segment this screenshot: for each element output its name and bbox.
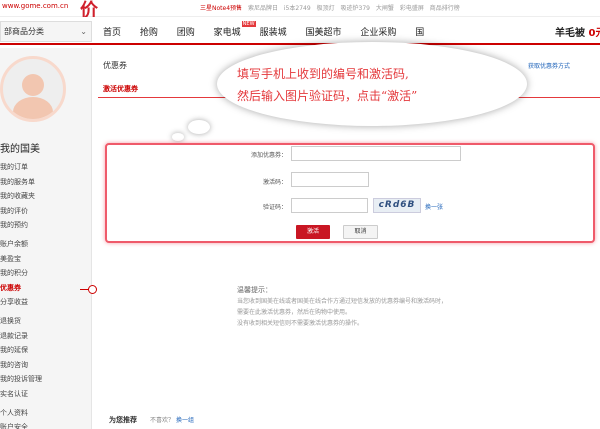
sidebar-item-inquiries[interactable]: 我的咨询 [0, 358, 42, 373]
change-recommendations-link[interactable]: 换一组 [176, 415, 194, 424]
nav-item-overseas[interactable]: 国 [415, 28, 424, 38]
promo-link[interactable]: 吸迹炉379 [341, 5, 370, 12]
promo-link[interactable]: 三星Note4预售 [200, 5, 242, 12]
nav-promo-text[interactable]: 羊毛被 0元 [555, 24, 600, 39]
nav-item-appliances-label: 家电城 [213, 28, 241, 38]
tips-title: 温馨提示： [237, 286, 272, 294]
bubble-tail-puff [188, 120, 210, 134]
nav-item-group-buy[interactable]: 团购 [177, 28, 195, 38]
avatar-body [13, 97, 53, 119]
activation-code-label: 激活码： [262, 179, 287, 186]
coupon-number-input[interactable] [291, 146, 461, 161]
account-sidebar: 我的国美 我的订单 我的服务单 我的收藏夹 我的评价 我的预约 账户余额 美盈宝… [0, 48, 92, 429]
promo-links: 三星Note4预售 索尼品牌日 i5本2749 极顶灯 吸迹炉379 大闸蟹 彩… [200, 3, 464, 12]
sidebar-item-orders[interactable]: 我的订单 [0, 160, 42, 175]
active-item-pointer-icon [88, 285, 97, 294]
sidebar-item-service-orders[interactable]: 我的服务单 [0, 175, 42, 190]
captcha-input[interactable] [291, 198, 368, 213]
sidebar-item-reservations[interactable]: 我的预约 [0, 218, 42, 233]
tab-activate-coupon[interactable]: 激活优惠券 [103, 84, 138, 94]
nav-item-flash-sale[interactable]: 抢购 [140, 28, 158, 38]
sidebar-item-share-earnings[interactable]: 分享收益 [0, 295, 42, 310]
nav-promo-prefix: 羊毛被 [555, 28, 585, 39]
annotation-line-1: 填写手机上收到的编号和激活码, [237, 67, 409, 81]
promo-link[interactable]: 彩电盛屏 [400, 5, 424, 12]
sidebar-item-profile[interactable]: 个人资料 [0, 406, 42, 421]
nav-links: 首页 抢购 团购 家电城 NEW 服装城 国美超市 企业采购 国 [103, 21, 440, 38]
sidebar-item-reviews[interactable]: 我的评价 [0, 204, 42, 219]
activation-code-input[interactable] [291, 172, 369, 187]
sidebar-item-balance[interactable]: 账户余额 [0, 237, 42, 252]
promo-link[interactable]: 商品排行榜 [430, 5, 460, 12]
avatar-head [22, 74, 44, 96]
activate-button[interactable]: 激活 [296, 225, 330, 239]
new-badge: NEW [241, 21, 256, 27]
nav-item-enterprise[interactable]: 企业采购 [360, 28, 396, 38]
tips-text: 当您收到国美在线或者国美在线合作方通过短信发放的优惠券编号和激活码时， 需要在此… [237, 296, 447, 329]
cancel-button[interactable]: 取消 [343, 225, 378, 239]
recommendations-title: 为您推荐 [109, 416, 137, 424]
sidebar-item-favorites[interactable]: 我的收藏夹 [0, 189, 42, 204]
promo-link[interactable]: 索尼品牌日 [248, 5, 278, 12]
sidebar-item-complaints[interactable]: 我的投诉管理 [0, 372, 42, 387]
avatar[interactable] [0, 56, 66, 122]
nav-item-home[interactable]: 首页 [103, 28, 121, 38]
sidebar-item-points[interactable]: 我的积分 [0, 266, 42, 281]
promo-link[interactable]: 极顶灯 [317, 5, 335, 12]
sidebar-title: 我的国美 [0, 144, 40, 155]
site-url[interactable]: www.gome.com.cn [2, 2, 68, 10]
page-title: 优惠券 [103, 61, 127, 70]
captcha-label: 验证码： [262, 204, 287, 211]
recommendations-question: 不喜欢？ [150, 417, 175, 424]
promo-link[interactable]: i5本2749 [284, 5, 311, 12]
nav-item-supermarket[interactable]: 国美超市 [305, 28, 341, 38]
sidebar-item-refunds[interactable]: 退款记录 [0, 329, 42, 344]
refresh-captcha-link[interactable]: 换一张 [425, 202, 443, 211]
activation-form: 添加优惠券： 激活码： 验证码： cRd6B 换一张 激活 取消 [105, 143, 595, 243]
sidebar-item-meiyingbao[interactable]: 美盈宝 [0, 252, 42, 267]
all-categories-menu[interactable]: 部商品分类 ⌄ [0, 21, 92, 42]
chevron-down-icon: ⌄ [80, 27, 87, 36]
nav-item-appliances[interactable]: 家电城 NEW [213, 21, 256, 38]
bubble-tail-puff [172, 133, 184, 141]
sidebar-menu: 我的订单 我的服务单 我的收藏夹 我的评价 我的预约 账户余额 美盈宝 我的积分… [0, 160, 42, 429]
sidebar-item-returns[interactable]: 退换货 [0, 314, 42, 329]
top-strip: www.gome.com.cn 价 三星Note4预售 索尼品牌日 i5本274… [0, 0, 600, 21]
tip-line: 需要在此激活优惠券，然后在购物中使用。 [237, 309, 352, 316]
all-categories-label: 部商品分类 [4, 27, 44, 36]
tip-line: 当您收到国美在线或者国美在线合作方通过短信发放的优惠券编号和激活码时， [237, 298, 448, 305]
sidebar-item-warranty[interactable]: 我的延保 [0, 343, 42, 358]
annotation-line-2: 然后输入图片验证码，点击“激活” [237, 89, 418, 103]
how-to-get-coupons-link[interactable]: 获取优惠券方式 [528, 61, 570, 70]
nav-item-clothing[interactable]: 服装城 [260, 28, 287, 38]
tip-line: 没有收到相关短信则不需要激活优惠券的操作。 [237, 320, 364, 327]
sidebar-item-verification[interactable]: 实名认证 [0, 387, 42, 402]
promo-link[interactable]: 大闸蟹 [376, 5, 394, 12]
sidebar-item-security[interactable]: 账户安全 [0, 420, 42, 429]
captcha-image[interactable]: cRd6B [373, 198, 421, 213]
main-nav: 部商品分类 ⌄ 首页 抢购 团购 家电城 NEW 服装城 国美超市 企业采购 国 … [0, 17, 600, 45]
sidebar-item-coupons[interactable]: 优惠券 [0, 281, 42, 296]
coupon-number-label: 添加优惠券： [250, 152, 287, 159]
annotation-text: 填写手机上收到的编号和激活码, 然后输入图片验证码，点击“激活” [237, 63, 517, 107]
nav-promo-suffix: 0元 [588, 28, 600, 39]
